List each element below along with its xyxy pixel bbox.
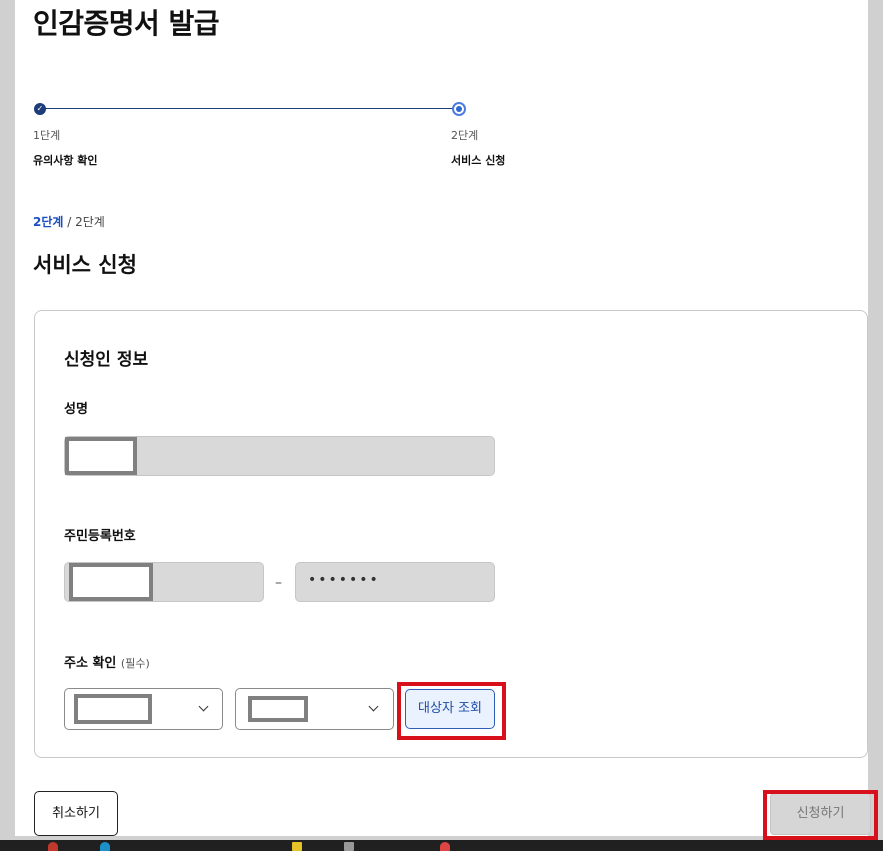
page-title: 인감증명서 발급 [33, 7, 220, 40]
taskbar [0, 840, 883, 851]
address-sido-select[interactable] [64, 688, 223, 730]
cancel-button[interactable]: 취소하기 [34, 791, 118, 836]
address-label-text: 주소 확인 [64, 656, 117, 671]
page-container: 인감증명서 발급 ✓ 1단계 유의사항 확인 2단계 서비스 신청 2단계 / … [15, 0, 868, 836]
taskbar-browser-icon[interactable] [440, 842, 450, 851]
step-1-complete-icon: ✓ [34, 103, 46, 115]
redaction-mask [65, 437, 137, 475]
redaction-mask [248, 696, 308, 722]
name-label: 성명 [64, 402, 88, 417]
name-field[interactable] [64, 436, 495, 476]
chevron-down-icon [198, 701, 209, 712]
redaction-mask [74, 694, 152, 724]
step-1-name: 유의사항 확인 [33, 154, 98, 167]
rrn-front-field[interactable] [64, 562, 264, 602]
breadcrumb-separator: / [63, 215, 76, 229]
rrn-back-masked-value: ••••••• [308, 572, 380, 588]
step-2-current-icon [452, 102, 466, 116]
breadcrumb-current: 2단계 [33, 215, 64, 229]
rrn-label: 주민등록번호 [64, 529, 136, 544]
taskbar-app-icon[interactable] [344, 842, 354, 851]
step-1-number: 1단계 [33, 129, 61, 142]
step-breadcrumb: 2단계 / 2단계 [33, 213, 105, 230]
address-label: 주소 확인 (필수) [64, 652, 150, 671]
rrn-back-field[interactable]: ••••••• [295, 562, 495, 602]
stepper-line [40, 108, 460, 109]
chevron-down-icon [368, 701, 379, 712]
address-sigungu-select[interactable] [235, 688, 394, 730]
applicant-info-card: 신청인 정보 성명 주민등록번호 – ••••••• 주소 확인 (필수) 대상… [34, 310, 868, 758]
step-2-number: 2단계 [451, 129, 479, 142]
card-title: 신청인 정보 [64, 350, 149, 370]
taskbar-app-icon[interactable] [100, 842, 110, 851]
rrn-dash: – [275, 575, 282, 591]
required-mark: (필수) [120, 657, 150, 670]
section-title: 서비스 신청 [33, 253, 137, 277]
breadcrumb-total: 2단계 [75, 215, 105, 229]
taskbar-app-icon[interactable] [48, 842, 58, 851]
highlight-box [763, 790, 878, 840]
highlight-box [397, 682, 506, 740]
taskbar-folder-icon[interactable] [292, 842, 302, 851]
step-2-name: 서비스 신청 [451, 154, 506, 167]
redaction-mask [69, 563, 153, 601]
